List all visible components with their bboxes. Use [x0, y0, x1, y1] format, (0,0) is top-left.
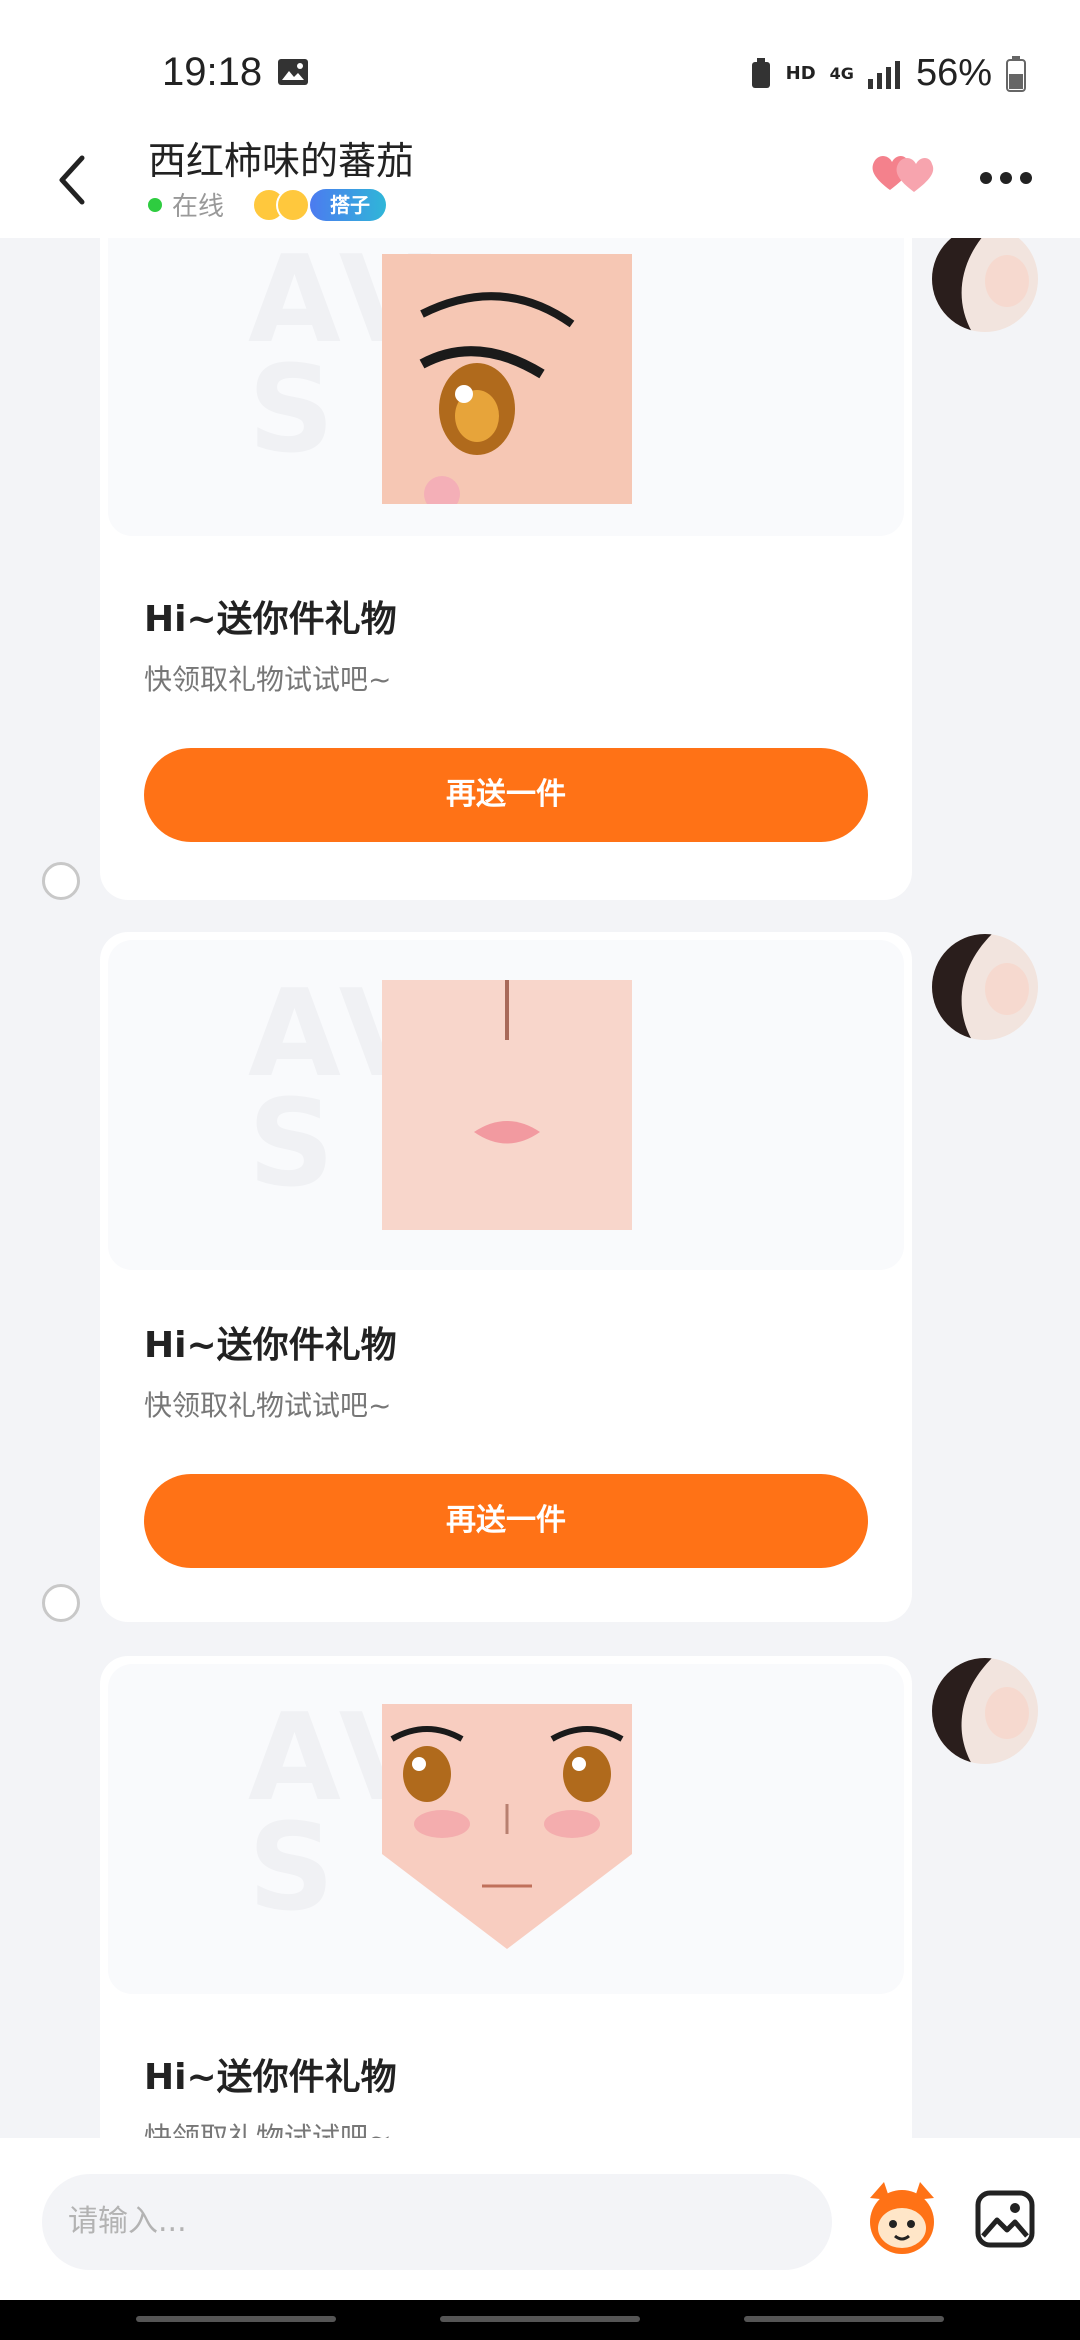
- image-notification-icon: [278, 59, 308, 85]
- select-radio[interactable]: [42, 1584, 80, 1622]
- send-again-button[interactable]: 再送一件: [144, 1474, 868, 1568]
- emoji-badge-icon: [252, 187, 311, 222]
- battery-saver-icon: [751, 57, 770, 88]
- gift-message-card[interactable]: AV S Hi~送你件礼物 快领取礼物试试吧~ 再送一件: [100, 932, 912, 1622]
- battery-icon: [1006, 55, 1026, 92]
- network-type: 4G: [829, 63, 854, 83]
- gift-preview[interactable]: AV S: [108, 1664, 904, 1994]
- gift-title: Hi~送你件礼物: [144, 2057, 397, 2098]
- send-again-button[interactable]: 再送一件: [144, 748, 868, 842]
- gift-mouth-image: [382, 980, 632, 1230]
- contact-status: 在线 搭子: [148, 186, 387, 223]
- contact-avatar[interactable]: [932, 934, 1038, 1040]
- hearts-icon[interactable]: [870, 150, 936, 196]
- hd-indicator: HD: [785, 63, 816, 84]
- gift-title: Hi~送你件礼物: [144, 599, 397, 640]
- gift-message-card[interactable]: AV S Hi~送你件礼物 快领取礼物试试吧~ 再送一件: [100, 238, 912, 900]
- battery-percent: 56%: [915, 52, 992, 94]
- image-picker-icon[interactable]: [975, 2190, 1035, 2248]
- signal-icon: [867, 60, 900, 89]
- nav-recents[interactable]: [136, 2316, 336, 2322]
- back-arrow-icon[interactable]: [50, 150, 94, 210]
- contact-avatar[interactable]: [932, 1658, 1038, 1764]
- gift-face-image: [382, 1704, 632, 1949]
- input-bar: 请输入...: [0, 2138, 1080, 2300]
- gift-preview[interactable]: AV S: [108, 238, 904, 536]
- mascot-emoji-icon[interactable]: [862, 2178, 942, 2258]
- gift-message-card[interactable]: AV S Hi~送你件礼物 快领取礼物试试吧~: [100, 1656, 912, 2138]
- online-status: 在线: [172, 192, 225, 222]
- gift-subtitle: 快领取礼物试试吧~: [144, 1389, 392, 1422]
- nav-home[interactable]: [440, 2316, 640, 2322]
- contact-name[interactable]: 西红柿味的蕃茄: [148, 130, 414, 185]
- status-bar: 19:18 HD 4G 56%: [0, 0, 1080, 130]
- contact-avatar[interactable]: [932, 238, 1038, 332]
- message-list[interactable]: AV S Hi~送你件礼物 快领取礼物试试吧~ 再送一件 AV S Hi~送你件…: [0, 238, 1080, 2138]
- status-time: 19:18: [162, 50, 263, 94]
- message-input[interactable]: 请输入...: [42, 2174, 832, 2270]
- gift-eye-image: [382, 254, 632, 504]
- relationship-tag[interactable]: 搭子: [310, 188, 387, 221]
- gift-preview[interactable]: AV S: [108, 940, 904, 1270]
- gift-title: Hi~送你件礼物: [144, 1325, 397, 1366]
- system-nav-bar: [0, 2300, 1080, 2340]
- chat-header: 西红柿味的蕃茄 在线 搭子: [0, 130, 1080, 238]
- more-options-icon[interactable]: [978, 170, 1034, 186]
- select-radio[interactable]: [42, 862, 80, 900]
- gift-subtitle: 快领取礼物试试吧~: [144, 2121, 392, 2138]
- gift-subtitle: 快领取礼物试试吧~: [144, 663, 392, 696]
- nav-back[interactable]: [744, 2316, 944, 2322]
- online-dot-icon: [148, 197, 162, 212]
